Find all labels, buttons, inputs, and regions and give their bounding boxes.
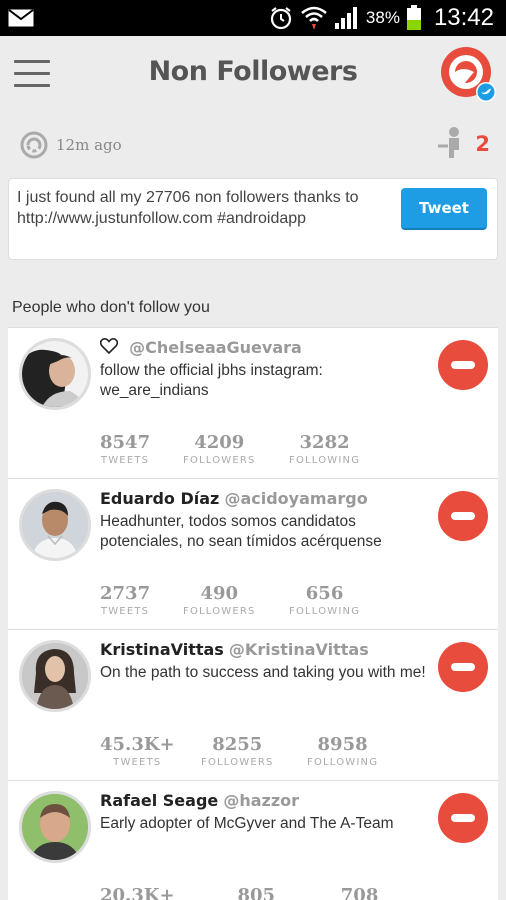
following-label: Following — [289, 455, 361, 466]
following-count: 3282 — [299, 432, 350, 453]
last-updated: 12m ago — [56, 136, 122, 154]
following-count: 656 — [305, 583, 344, 604]
user-bio: follow the official jbhs instagram: we_a… — [100, 362, 323, 399]
followers-stat: 4209 Followers — [183, 432, 256, 468]
user-bio: Headhunter, todos somos candidatos poten… — [100, 513, 382, 550]
battery-percent: 38% — [365, 8, 400, 27]
tweets-label: Tweets — [100, 606, 150, 617]
tweets-stat: 8547 Tweets — [100, 432, 150, 468]
non-followers-list: @ChelseaaGuevara follow the official jbh… — [8, 327, 498, 900]
following-count: 8958 — [317, 734, 368, 755]
followers-count: 805 — [237, 885, 276, 900]
clock: 13:42 — [433, 4, 494, 31]
user-stats: 2737 Tweets 490 Followers 656 Following — [8, 583, 388, 623]
user-stats: 8547 Tweets 4209 Followers 3282 Following — [8, 432, 388, 472]
mail-icon — [8, 9, 34, 27]
signal-icon — [334, 7, 357, 29]
tweets-count: 20.3K+ — [100, 885, 175, 900]
avatar[interactable] — [19, 791, 91, 863]
followers-stat: 805Followers — [220, 885, 293, 900]
following-label: Following — [289, 606, 361, 617]
user-name: KristinaVittas — [100, 640, 224, 659]
tweets-stat: 2737 Tweets — [100, 583, 150, 619]
unfollow-button[interactable] — [438, 642, 488, 692]
following-count: 708 — [340, 885, 379, 900]
battery-icon — [406, 5, 421, 30]
user-line: Eduardo Díaz @acidoyamargo — [100, 489, 368, 508]
tweets-count: 2737 — [100, 583, 151, 604]
alarm-icon — [270, 7, 292, 30]
non-follower-count: 2 — [475, 132, 490, 156]
user-stats: 45.3K+ Tweets 8255 Followers 8958 Following — [8, 734, 388, 774]
avatar[interactable] — [19, 338, 91, 410]
user-handle[interactable]: @KristinaVittas — [229, 640, 369, 659]
tweets-label: Tweets — [100, 455, 150, 466]
list-item[interactable]: @ChelseaaGuevara follow the official jbh… — [8, 327, 498, 478]
followers-stat: 490 Followers — [183, 583, 256, 619]
following-stat: 708Following — [324, 885, 395, 900]
unfollow-person-icon — [438, 127, 459, 158]
tweets-stat: 45.3K+ Tweets — [100, 734, 175, 770]
followers-stat: 8255 Followers — [201, 734, 274, 770]
tweets-count: 8547 — [100, 432, 151, 453]
app-header: Non Followers — [0, 36, 506, 112]
list-item[interactable]: Rafael Seage @hazzor Early adopter of Mc… — [8, 780, 498, 900]
twitter-account-icon[interactable] — [440, 44, 496, 104]
user-handle[interactable]: @ChelseaaGuevara — [129, 338, 302, 357]
user-stats: 20.3K+Tweets 805Followers 708Following — [8, 885, 388, 900]
followers-count: 490 — [200, 583, 239, 604]
list-item[interactable]: KristinaVittas @KristinaVittas On the pa… — [8, 629, 498, 780]
user-line: KristinaVittas @KristinaVittas — [100, 640, 369, 659]
unfollow-button[interactable] — [438, 491, 488, 541]
user-handle[interactable]: @hazzor — [223, 791, 299, 810]
tweets-label: Tweets — [113, 757, 162, 768]
tweets-stat: 20.3K+Tweets — [100, 885, 175, 900]
list-item[interactable]: Eduardo Díaz @acidoyamargo Headhunter, t… — [8, 478, 498, 629]
followers-label: Followers — [201, 757, 274, 768]
unfollow-button[interactable] — [438, 793, 488, 843]
tweet-box: I just found all my 27706 non followers … — [8, 178, 498, 260]
user-name: Eduardo Díaz — [100, 489, 220, 508]
heart-icon[interactable] — [100, 338, 118, 354]
status-bar: 38% 13:42 — [0, 0, 506, 36]
following-stat: 656 Following — [289, 583, 360, 619]
user-handle[interactable]: @acidoyamargo — [224, 489, 367, 508]
refresh-icon[interactable] — [20, 131, 48, 159]
unfollow-button[interactable] — [438, 340, 488, 390]
user-line: Rafael Seage @hazzor — [100, 791, 299, 810]
followers-count: 8255 — [212, 734, 263, 755]
user-line: @ChelseaaGuevara — [100, 338, 302, 357]
followers-label: Followers — [183, 606, 256, 617]
tweets-count: 45.3K+ — [100, 734, 175, 755]
following-stat: 8958 Following — [307, 734, 378, 770]
user-bio: On the path to success and taking you wi… — [100, 664, 426, 681]
wifi-icon — [301, 6, 327, 30]
tweet-button[interactable]: Tweet — [401, 188, 487, 230]
following-label: Following — [307, 757, 379, 768]
user-bio: Early adopter of McGyver and The A-Team — [100, 815, 394, 832]
followers-count: 4209 — [194, 432, 245, 453]
avatar[interactable] — [19, 640, 91, 712]
followers-label: Followers — [183, 455, 256, 466]
section-label: People who don't follow you — [12, 299, 210, 316]
avatar[interactable] — [19, 489, 91, 561]
user-name: Rafael Seage — [100, 791, 219, 810]
page-title: Non Followers — [148, 56, 358, 87]
following-stat: 3282 Following — [289, 432, 360, 468]
refresh-row: 12m ago 2 — [0, 126, 506, 166]
tweet-text[interactable]: I just found all my 27706 non followers … — [17, 187, 392, 229]
